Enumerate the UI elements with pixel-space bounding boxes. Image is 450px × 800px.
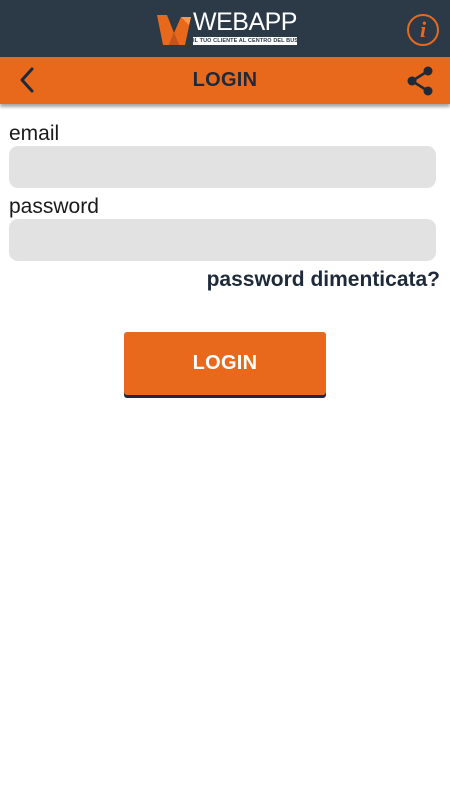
brand-logo: WEBAPP IL TUO CLIENTE AL CENTRO DEL BUSI…: [155, 8, 300, 49]
brand-tagline: IL TUO CLIENTE AL CENTRO DEL BUSINESS: [193, 37, 297, 45]
email-field[interactable]: [9, 146, 436, 188]
email-label: email: [9, 122, 60, 145]
webapp-logo-icon: [157, 15, 191, 45]
nav-bar: LOGIN: [0, 57, 450, 104]
info-icon[interactable]: i: [407, 14, 439, 46]
brand-name: WEBAPP: [193, 8, 297, 36]
app-header: WEBAPP IL TUO CLIENTE AL CENTRO DEL BUS I…: [0, 0, 450, 57]
password-label: password: [9, 195, 99, 218]
share-icon[interactable]: [404, 65, 436, 97]
login-button[interactable]: LOGIN: [124, 332, 326, 395]
page-title: LOGIN: [192, 69, 258, 91]
password-field[interactable]: [9, 219, 436, 261]
forgot-password-link[interactable]: password dimenticata?: [207, 268, 440, 292]
